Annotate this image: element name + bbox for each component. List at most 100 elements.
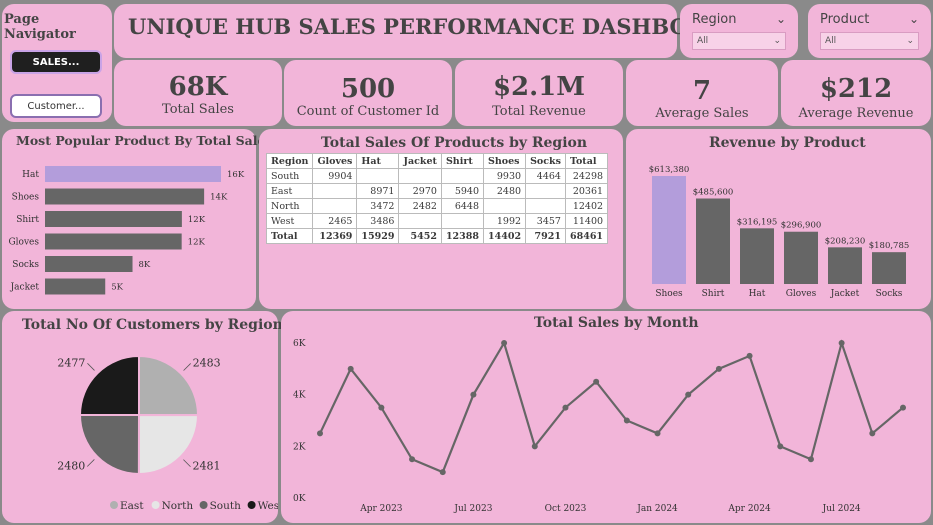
- legend-marker: [110, 501, 118, 509]
- sales-nav-button[interactable]: SALES...: [10, 50, 102, 74]
- category-label: Shirt: [16, 215, 39, 225]
- table-cell: [312, 183, 358, 199]
- data-label: $613,380: [649, 165, 690, 175]
- bar: [784, 231, 818, 284]
- bar: [740, 228, 774, 284]
- kpi-card-total-revenue: $2.1M Total Revenue: [455, 60, 623, 126]
- popular-product-panel: Most Popular Product By Total Sales Hat 1…: [2, 129, 272, 309]
- category-label: Gloves: [8, 238, 39, 248]
- bar: [45, 166, 221, 182]
- data-point: [900, 404, 906, 411]
- table-cell: 68461: [564, 228, 609, 244]
- table-cell: 7921: [525, 228, 566, 244]
- product-filter[interactable]: Product ⌄ All ⌄: [808, 4, 931, 58]
- table-cell: 8971: [356, 183, 400, 199]
- data-label: $208,230: [825, 236, 866, 246]
- kpi-label: Average Sales: [655, 106, 749, 121]
- leader-line: [86, 459, 95, 467]
- category-label: Socks: [876, 289, 903, 299]
- chevron-down-icon: ⌄: [906, 36, 914, 46]
- revenue-panel: Revenue by Product $613,380 Shoes $485,600…: [626, 129, 931, 309]
- region-filter[interactable]: Region ⌄ All ⌄: [680, 4, 798, 58]
- data-label: $296,900: [781, 221, 822, 231]
- category-label: Jacket: [10, 283, 40, 293]
- x-tick-label: Apr 2024: [727, 504, 771, 514]
- data-point: [317, 430, 323, 437]
- monthly-line-chart: 0K 2K 4K 6K Apr 2023 Jul 2023 Oct 2023 Jan 2024…: [293, 339, 906, 514]
- legend-label: West: [258, 500, 278, 512]
- kpi-card-total-sales: 68K Total Sales: [114, 60, 282, 126]
- legend-marker: [247, 501, 256, 509]
- table-header-cell[interactable]: Shirt: [440, 153, 485, 169]
- table-cell: 11400: [564, 213, 609, 229]
- table-cell: 2480: [482, 183, 527, 199]
- region-select-value: All: [697, 36, 709, 46]
- bar: [696, 198, 730, 284]
- legend-label: North: [162, 500, 194, 512]
- table-cell: 2970: [398, 183, 442, 199]
- table-row: South 9904 9930 4464 24298: [265, 168, 609, 184]
- bar: [828, 247, 862, 284]
- data-point: [777, 443, 784, 450]
- data-point: [807, 456, 814, 463]
- bar: [45, 211, 182, 227]
- data-point: [593, 378, 600, 385]
- legend-label: South: [210, 500, 241, 512]
- x-tick-label: Jan 2024: [636, 504, 678, 514]
- table-header-cell[interactable]: Total: [564, 153, 609, 169]
- table-header-cell[interactable]: Hat: [356, 153, 400, 169]
- sales-matrix-title: Total Sales Of Products by Region: [321, 135, 588, 151]
- table-header-cell[interactable]: Socks: [525, 153, 566, 169]
- table-cell: 12369: [312, 228, 358, 244]
- bar: [872, 252, 906, 284]
- table-cell: 2482: [398, 198, 442, 214]
- table-row: North 3472 2482 6448 12402: [265, 198, 609, 214]
- legend-marker: [151, 501, 160, 509]
- table-cell: South: [265, 168, 314, 184]
- table-cell: 4464: [525, 168, 566, 184]
- data-label: $485,600: [693, 187, 734, 197]
- region-select[interactable]: All ⌄: [692, 32, 786, 50]
- table-cell: 20361: [564, 183, 609, 199]
- header-panel: UNIQUE HUB SALES PERFORMANCE DASHBOARD: [114, 4, 740, 58]
- table-cell: 12388: [440, 228, 485, 244]
- data-label: 12K: [188, 215, 206, 225]
- table-cell: 9904: [312, 168, 358, 184]
- data-label: 16K: [227, 170, 245, 180]
- data-point: [746, 352, 753, 359]
- series-line: [319, 339, 904, 474]
- monthly-panel: Total Sales by Month 0K 2K 4K 6K Apr 2023 Jul…: [281, 311, 931, 523]
- table-cell: [525, 183, 566, 199]
- y-tick-label: 0K: [293, 494, 306, 504]
- table-header-cell[interactable]: Shoes: [482, 153, 527, 169]
- table-header-cell[interactable]: Region: [265, 153, 314, 169]
- kpi-card-average-sales: 7 Average Sales: [626, 60, 778, 126]
- kpi-value: $212: [819, 74, 893, 104]
- data-label: 5K: [111, 283, 123, 293]
- table-row: East 8971 2970 5940 2480 20361: [265, 183, 609, 199]
- page-navigator-panel: Page Navigator SALES... Customer...: [2, 4, 112, 122]
- table-cell: Total: [265, 228, 314, 244]
- y-tick-label: 2K: [293, 442, 306, 452]
- data-point: [685, 391, 692, 398]
- popular-product-chart: Hat 16K Shoes 14K Shirt 12K Gloves 12K Socks 8K Ja…: [8, 166, 245, 295]
- data-point: [501, 340, 508, 346]
- bar: [652, 176, 686, 284]
- product-select[interactable]: All ⌄: [820, 32, 919, 50]
- data-point: [623, 417, 630, 424]
- customer-nav-button[interactable]: Customer...: [10, 94, 102, 118]
- data-label: 2477: [57, 356, 85, 369]
- data-point: [562, 404, 569, 411]
- category-label: Shoes: [12, 193, 40, 203]
- page-navigator-title: Page Navigator: [4, 12, 76, 42]
- y-tick-label: 4K: [293, 391, 306, 401]
- sales-matrix-panel: Total Sales Of Products by Region Region…: [259, 129, 623, 309]
- table-header-cell[interactable]: Gloves: [312, 153, 358, 169]
- region-filter-label: Region: [692, 12, 737, 27]
- table-header-cell[interactable]: Jacket: [398, 153, 442, 169]
- data-point: [531, 443, 538, 450]
- leader-line: [87, 363, 95, 371]
- dashboard-title: UNIQUE HUB SALES PERFORMANCE DASHBOARD: [128, 14, 740, 39]
- x-tick-label: Apr 2023: [359, 504, 403, 514]
- data-label: $316,195: [737, 217, 778, 227]
